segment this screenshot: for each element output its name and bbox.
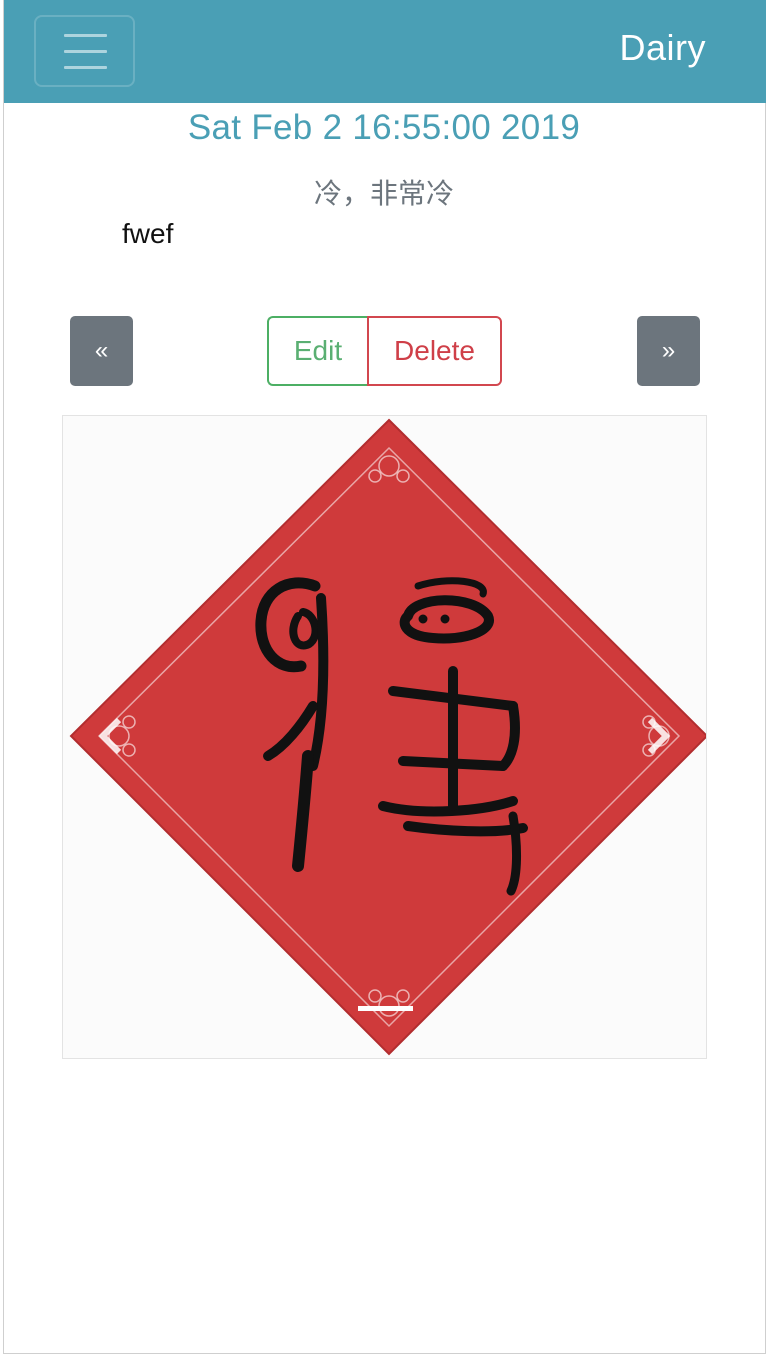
entry-weather: 冷，非常冷: [313, 177, 454, 210]
previous-entry-button[interactable]: «: [70, 316, 133, 386]
delete-button[interactable]: Delete: [367, 316, 502, 386]
hamburger-menu-icon-bar: [64, 50, 107, 53]
brand-link[interactable]: Dairy: [619, 27, 706, 69]
fu-character-red-diamond-image: [69, 418, 706, 1056]
chevron-right-icon: [647, 717, 671, 755]
hamburger-menu-icon: [64, 34, 107, 37]
carousel-indicator[interactable]: [358, 1006, 413, 1011]
carousel-prev-control[interactable]: [83, 706, 143, 766]
entry-date: Sat Feb 2 16:55:00 2019: [187, 108, 581, 147]
navbar: Dairy: [4, 0, 766, 103]
edit-button[interactable]: Edit: [267, 316, 367, 386]
entry-actions: Edit Delete: [267, 316, 502, 386]
hamburger-menu-icon-bar: [64, 66, 107, 69]
menu-toggle-button[interactable]: [34, 15, 135, 87]
image-carousel: [62, 415, 707, 1059]
carousel-next-control[interactable]: [626, 706, 686, 766]
entry-body: fwef: [122, 218, 174, 249]
next-entry-button[interactable]: »: [637, 316, 700, 386]
chevron-left-icon: [98, 717, 122, 755]
